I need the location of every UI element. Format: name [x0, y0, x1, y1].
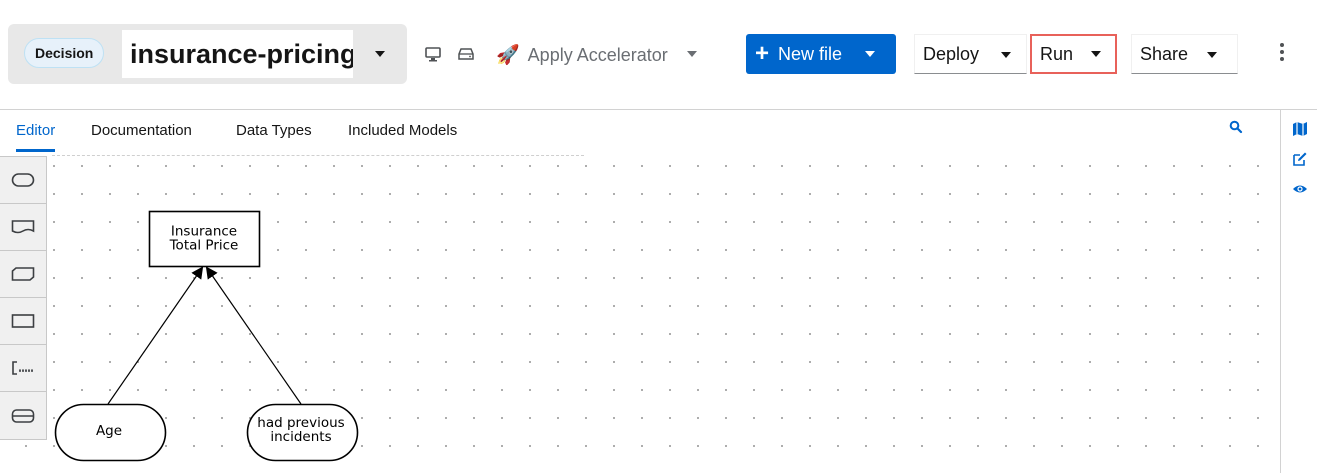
chevron-down-icon	[1091, 51, 1101, 57]
map-icon[interactable]	[1292, 121, 1308, 137]
share-label: Share	[1140, 43, 1189, 64]
tab-documentation[interactable]: Documentation	[91, 122, 192, 152]
chevron-down-icon	[1001, 52, 1011, 58]
monitor-icon[interactable]	[422, 44, 444, 64]
palette-bkm-tool[interactable]	[0, 251, 46, 298]
tab-included-models[interactable]: Included Models	[348, 122, 457, 152]
decision-node-insurance-total-price[interactable]: Insurance Total Price	[148, 210, 261, 268]
new-file-label: New file	[778, 43, 843, 64]
knowledge-source-shape-icon	[11, 220, 35, 234]
palette-decision-tool[interactable]	[0, 298, 46, 345]
header-toolbar: Decision insurance-pricing 🚀 Apply Accel…	[0, 0, 1317, 110]
plus-icon: +	[755, 40, 770, 67]
file-switcher[interactable]: Decision insurance-pricing	[8, 24, 407, 84]
palette-knowledge-source-tool[interactable]	[0, 204, 46, 251]
palette-input-data-tool[interactable]	[0, 157, 46, 204]
chevron-down-icon[interactable]	[687, 51, 697, 57]
model-type-badge: Decision	[24, 38, 105, 68]
chevron-down-icon	[1207, 52, 1217, 58]
deploy-dropdown[interactable]: Deploy	[914, 34, 1027, 74]
input-data-node-age[interactable]: Age	[54, 403, 167, 462]
input-data-node-had-previous-incidents[interactable]: had previous incidents	[246, 403, 359, 462]
information-requirement-age[interactable]	[107, 266, 204, 405]
file-name-input[interactable]: insurance-pricing	[122, 30, 353, 78]
bkm-shape-icon	[11, 267, 35, 281]
run-dropdown[interactable]: Run	[1030, 34, 1117, 74]
dmn-palette	[0, 156, 47, 440]
chevron-down-icon[interactable]	[375, 51, 385, 57]
run-label: Run	[1040, 43, 1074, 64]
accelerator-label: Apply Accelerator	[527, 44, 668, 65]
eye-icon[interactable]	[1292, 181, 1308, 197]
editor-tabs: Editor Documentation Data Types Included…	[0, 110, 1280, 152]
decision-label-line2: Total Price	[169, 238, 239, 254]
rocket-icon: 🚀	[496, 45, 520, 66]
decision-shape-icon	[11, 314, 35, 328]
tab-data-types[interactable]: Data Types	[236, 122, 312, 152]
information-requirement-incidents[interactable]	[205, 266, 302, 405]
text-annotation-shape-icon	[12, 361, 33, 375]
input-age-label: Age	[96, 423, 122, 439]
properties-sidebar	[1280, 110, 1317, 473]
deploy-label: Deploy	[923, 43, 980, 64]
dmn-diagram: Insurance Total Price Age had previous i…	[54, 210, 359, 462]
decision-service-shape-icon	[11, 408, 35, 423]
search-icon[interactable]	[1229, 120, 1245, 136]
input-data-shape-icon	[11, 173, 35, 187]
input-incidents-label-line2: incidents	[270, 429, 331, 445]
edit-icon[interactable]	[1292, 151, 1308, 167]
tab-editor[interactable]: Editor	[16, 122, 56, 152]
chevron-down-icon[interactable]	[865, 51, 875, 57]
palette-text-annotation-tool[interactable]	[0, 345, 46, 392]
apply-accelerator-dropdown[interactable]: 🚀 Apply Accelerator	[496, 40, 668, 70]
palette-decision-service-tool[interactable]	[0, 392, 46, 439]
storage-icon[interactable]	[455, 44, 477, 64]
new-file-button[interactable]: + New file	[746, 34, 896, 74]
share-dropdown[interactable]: Share	[1131, 34, 1238, 74]
kebab-menu-icon[interactable]	[1277, 43, 1287, 65]
